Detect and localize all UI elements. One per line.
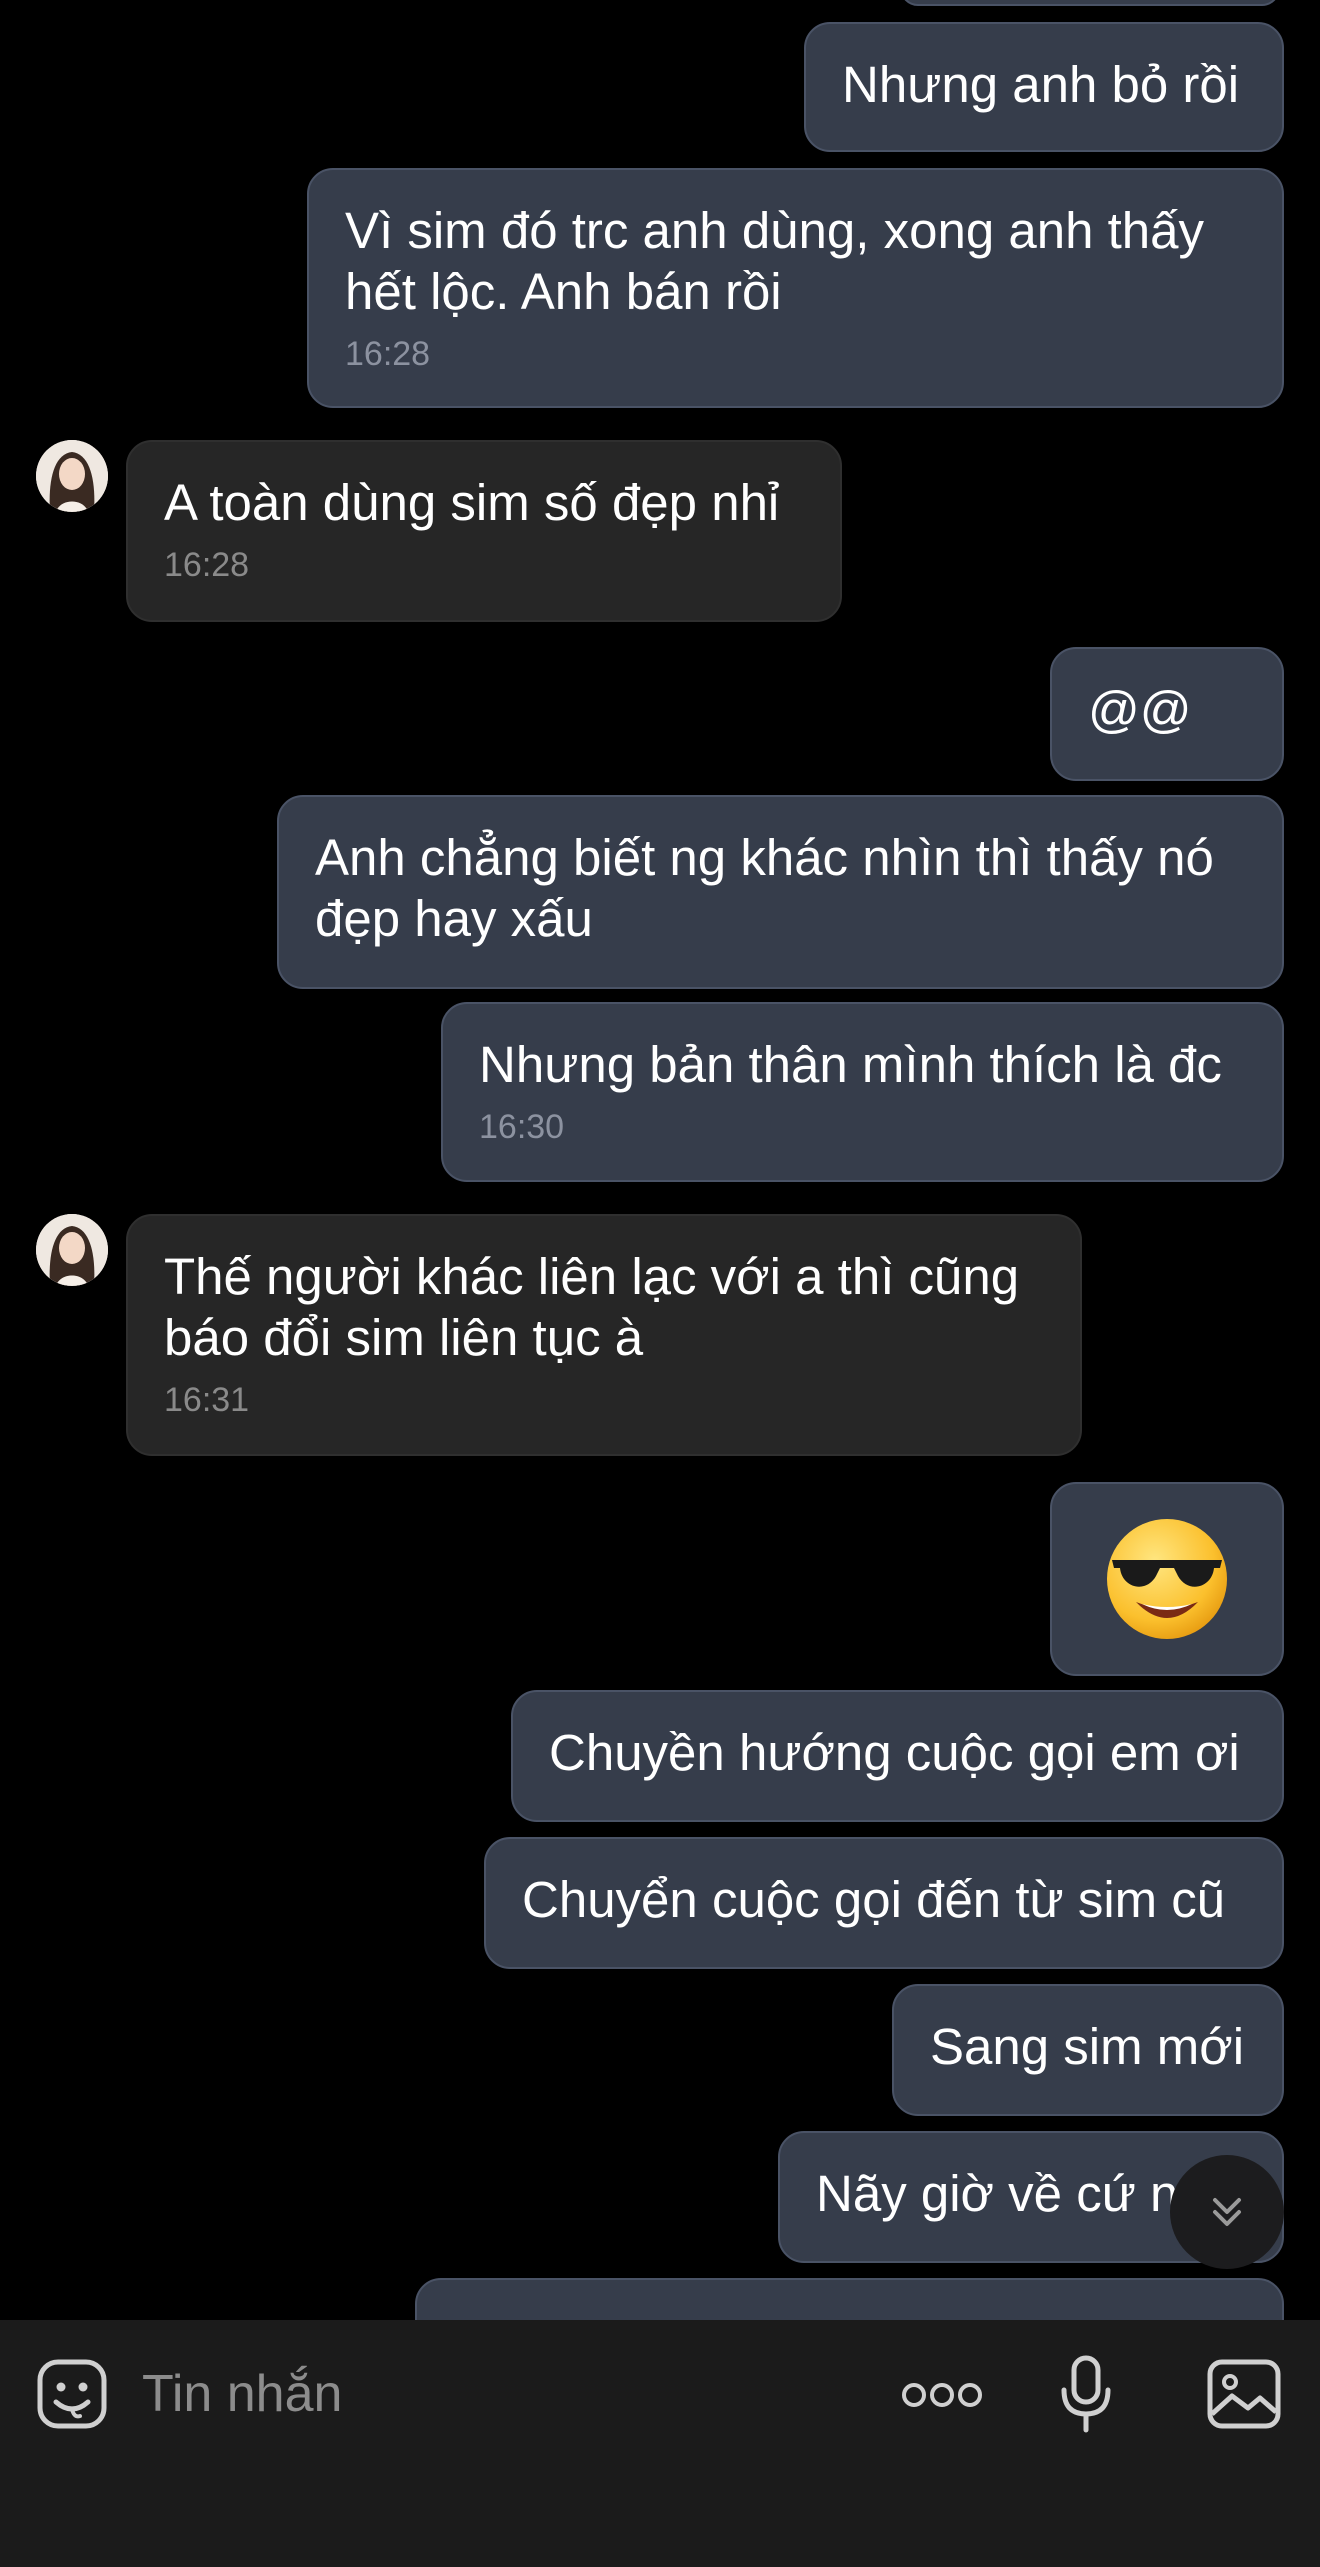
message-outgoing[interactable]: Nhưng bản thân mình thích là đc 16:30 (441, 1002, 1284, 1182)
contact-avatar[interactable] (36, 1214, 108, 1286)
message-outgoing[interactable]: Chuyển cuộc gọi đến từ sim cũ (484, 1837, 1284, 1969)
send-image-button[interactable] (1206, 2358, 1282, 2430)
message-text: Anh chẳng biết ng khác nhìn thì thấy nó … (315, 829, 1228, 947)
message-input[interactable]: Tin nhắn (142, 2358, 342, 2430)
message-text: Sang sim mới (930, 2018, 1245, 2075)
message-outgoing[interactable]: Nhưng anh bỏ rồi (804, 22, 1284, 152)
message-time: 16:30 (479, 1108, 565, 1146)
avatar-image (36, 440, 108, 512)
avatar-image (36, 1214, 108, 1286)
message-text: A toàn dùng sim số đẹp nhỉ (164, 474, 780, 531)
message-outgoing[interactable]: Sang sim mới (892, 1984, 1284, 2116)
scroll-to-bottom-button[interactable] (1170, 2155, 1284, 2269)
double-chevron-down-icon (1213, 2198, 1241, 2226)
message-outgoing[interactable]: @@ (1050, 647, 1284, 781)
sticker-button[interactable] (36, 2358, 108, 2430)
sunglasses-emoji-icon (1107, 1519, 1227, 1639)
message-text: Chuyền hướng cuộc gọi em ơi (549, 1724, 1240, 1781)
message-composer: Tin nhắn (0, 2320, 1320, 2567)
message-outgoing-emoji[interactable] (1050, 1482, 1284, 1676)
more-button[interactable] (900, 2375, 984, 2415)
microphone-icon (1061, 2355, 1111, 2433)
message-incoming[interactable]: Thế người khác liên lạc với a thì cũng b… (126, 1214, 1082, 1456)
message-text: Nhưng anh bỏ rồi (842, 56, 1240, 113)
message-outgoing[interactable]: Anh chẳng biết ng khác nhìn thì thấy nó … (277, 795, 1284, 989)
message-incoming[interactable]: A toàn dùng sim số đẹp nhỉ 16:28 (126, 440, 842, 622)
message-text: @@ (1088, 681, 1192, 738)
image-icon (1207, 2359, 1281, 2429)
message-outgoing[interactable]: Chuyền hướng cuộc gọi em ơi (511, 1690, 1284, 1822)
message-text: Nhưng bản thân mình thích là đc (479, 1036, 1222, 1093)
more-icon (902, 2383, 982, 2407)
message-time: 16:28 (164, 546, 250, 584)
sticker-icon (37, 2359, 107, 2429)
voice-message-button[interactable] (1058, 2354, 1114, 2434)
message-outgoing[interactable]: Vì sim đó trc anh dùng, xong anh thấy hế… (307, 168, 1284, 408)
message-text: Thế người khác liên lạc với a thì cũng b… (164, 1248, 1034, 1366)
message-text: Vì sim đó trc anh dùng, xong anh thấy hế… (345, 202, 1219, 320)
message-time: 16:31 (164, 1381, 250, 1419)
message-time: 16:28 (345, 335, 431, 373)
chat-screen: Nhưng anh bỏ rồi Vì sim đó trc anh dùng,… (0, 0, 1320, 2567)
message-bubble-partial (900, 0, 1280, 6)
contact-avatar[interactable] (36, 440, 108, 512)
message-text: Chuyển cuộc gọi đến từ sim cũ (522, 1871, 1226, 1928)
